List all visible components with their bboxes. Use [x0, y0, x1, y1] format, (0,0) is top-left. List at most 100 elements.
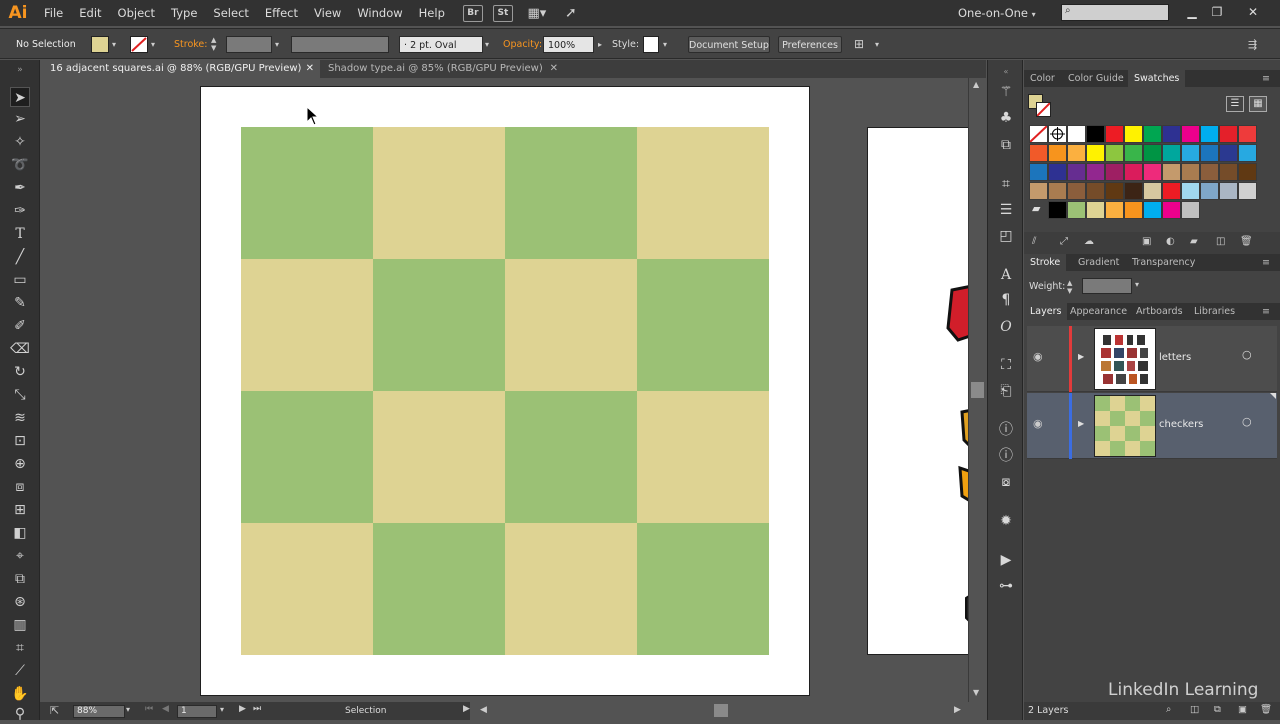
layer-row-checkers[interactable]: ◉ ▶ checkers ○ — [1027, 393, 1277, 459]
stroke-stepper[interactable]: ▲ ▼ — [211, 36, 223, 53]
swatch[interactable] — [1086, 182, 1105, 200]
rotate-tool-icon[interactable]: ↻ — [10, 362, 30, 382]
close-icon[interactable]: ✕ — [1243, 2, 1263, 22]
new-swatch-icon[interactable]: ◫ — [1216, 236, 1225, 247]
swatch[interactable] — [1086, 125, 1105, 143]
image-trace-dock-icon[interactable]: ⛶ — [995, 355, 1017, 375]
swatch[interactable] — [1086, 163, 1105, 181]
zoom-dropdown-icon[interactable]: ▾ — [126, 705, 130, 714]
make-clipping-mask-icon[interactable]: ◫ — [1190, 704, 1199, 715]
weight-field[interactable] — [1082, 278, 1132, 294]
stroke-weight-field[interactable] — [226, 36, 272, 53]
zoom-level-field[interactable]: 88% — [73, 705, 125, 718]
swatch[interactable] — [1200, 182, 1219, 200]
scroll-left-icon[interactable]: ◀ — [480, 705, 487, 715]
vertical-scrollbar[interactable]: ▲ ▼ — [968, 78, 986, 702]
target-circle-icon[interactable]: ○ — [1242, 348, 1252, 361]
swatch[interactable] — [1181, 144, 1200, 162]
menu-window[interactable]: Window — [349, 0, 410, 26]
tab-color[interactable]: Color — [1024, 70, 1061, 87]
direct-selection-tool-icon[interactable]: ➢ — [10, 109, 30, 129]
swatch[interactable] — [1029, 182, 1048, 200]
paintbrush-tool-icon[interactable]: ✎ — [10, 293, 30, 313]
tab-stroke[interactable]: Stroke — [1024, 254, 1067, 271]
shape-builder-tool-icon[interactable]: ⊕ — [10, 454, 30, 474]
list-view-icon[interactable]: ☰ — [1226, 96, 1244, 112]
swatch[interactable] — [1124, 163, 1143, 181]
swatch[interactable] — [1238, 182, 1257, 200]
navigator-dock-icon[interactable]: ✹ — [995, 511, 1017, 531]
swatch[interactable] — [1086, 201, 1105, 219]
asset-export-dock-icon[interactable]: ⎗ — [995, 381, 1017, 401]
layer-row-letters[interactable]: ◉ ▶ letters ○ — [1027, 326, 1277, 392]
swatch[interactable] — [1124, 182, 1143, 200]
artboard-tool-icon[interactable]: ⌗ — [10, 638, 30, 658]
next-artboard-icon[interactable]: ▶ — [239, 704, 246, 714]
delete-swatch-icon[interactable]: 🗑 — [1240, 236, 1253, 247]
menu-file[interactable]: File — [36, 0, 71, 26]
close-tab-icon[interactable]: ✕ — [306, 60, 314, 78]
swatch-registration[interactable] — [1048, 125, 1067, 143]
selection-tool-icon[interactable]: ➤ — [10, 87, 30, 107]
control-bar-menu-icon[interactable]: ⇶ — [1248, 36, 1257, 53]
eraser-tool-icon[interactable]: ⌫ — [10, 339, 30, 359]
pathfinder-dock-icon[interactable]: ◰ — [995, 226, 1017, 246]
swatch[interactable] — [1124, 144, 1143, 162]
symbols-dock-icon[interactable]: ♣ — [995, 108, 1017, 128]
opentype-dock-icon[interactable]: O — [995, 317, 1017, 337]
previous-artboard-icon[interactable]: ◀ — [162, 704, 169, 714]
stroke-swatch[interactable] — [130, 36, 148, 53]
swatch[interactable] — [1162, 201, 1181, 219]
swatch[interactable] — [1181, 125, 1200, 143]
target-circle-icon[interactable]: ○ — [1242, 415, 1252, 428]
expand-layer-icon[interactable]: ▶ — [1078, 352, 1084, 361]
swatch[interactable] — [1067, 125, 1086, 143]
scroll-right-icon[interactable]: ▶ — [954, 705, 961, 715]
zoom-tool-icon[interactable]: ⚲ — [10, 704, 30, 724]
checkerboard-artwork[interactable] — [241, 127, 769, 655]
menu-type[interactable]: Type — [163, 0, 205, 26]
tab-shadow-type[interactable]: Shadow type.ai @ 85% (RGB/GPU Preview) ✕ — [318, 60, 564, 78]
swatch[interactable] — [1048, 144, 1067, 162]
tab-libraries[interactable]: Libraries — [1188, 303, 1241, 320]
swatch[interactable] — [1029, 163, 1048, 181]
swatch[interactable] — [1143, 125, 1162, 143]
swatch[interactable] — [1162, 182, 1181, 200]
swatch[interactable] — [1067, 201, 1086, 219]
layer-name-checkers[interactable]: checkers — [1159, 419, 1203, 430]
arrange-icon[interactable]: ⊞ — [854, 36, 864, 53]
type-tool-icon[interactable]: T — [10, 224, 30, 244]
graphic-style-swatch[interactable] — [643, 36, 659, 53]
swatch[interactable] — [1048, 163, 1067, 181]
swatch[interactable] — [1219, 163, 1238, 181]
mesh-tool-icon[interactable]: ⊞ — [10, 500, 30, 520]
lasso-tool-icon[interactable]: ➰ — [10, 155, 30, 175]
expand-layer-icon[interactable]: ▶ — [1078, 419, 1084, 428]
artboard[interactable] — [200, 86, 810, 696]
menu-object[interactable]: Object — [110, 0, 163, 26]
tab-gradient[interactable]: Gradient — [1072, 254, 1125, 271]
swatch[interactable] — [1029, 144, 1048, 162]
tab-16-adjacent-squares[interactable]: 16 adjacent squares.ai @ 88% (RGB/GPU Pr… — [40, 60, 320, 78]
panel-collapse-icon[interactable]: » — [10, 60, 30, 80]
opacity-field[interactable]: 100% — [543, 36, 594, 53]
curvature-tool-icon[interactable]: ✑ — [10, 201, 30, 221]
stock-button[interactable]: St — [492, 4, 513, 22]
tab-artboards[interactable]: Artboards — [1130, 303, 1189, 320]
export-icon[interactable]: ⇱ — [50, 704, 59, 717]
pen-tool-icon[interactable]: ✒ — [10, 178, 30, 198]
artboard-number-field[interactable]: 1 — [177, 705, 217, 718]
first-artboard-icon[interactable]: ⏮ — [145, 704, 153, 714]
edit-color-icon[interactable]: ◐ — [1166, 236, 1175, 247]
swatch[interactable] — [1143, 144, 1162, 162]
status-menu-icon[interactable]: ▶ — [463, 704, 470, 714]
layers-menu-icon[interactable]: ≡ — [1256, 303, 1276, 320]
secondary-artboard[interactable] — [867, 127, 968, 655]
transform-dock-icon[interactable]: ⌗ — [995, 174, 1017, 194]
visibility-eye-icon[interactable]: ◉ — [1033, 417, 1043, 430]
locate-object-icon[interactable]: ⌕ — [1166, 704, 1171, 715]
align-dock-icon[interactable]: ☰ — [995, 200, 1017, 220]
symbol-sprayer-tool-icon[interactable]: ⊛ — [10, 592, 30, 612]
horizontal-scroll-thumb[interactable] — [714, 704, 728, 717]
swatch[interactable] — [1067, 163, 1086, 181]
